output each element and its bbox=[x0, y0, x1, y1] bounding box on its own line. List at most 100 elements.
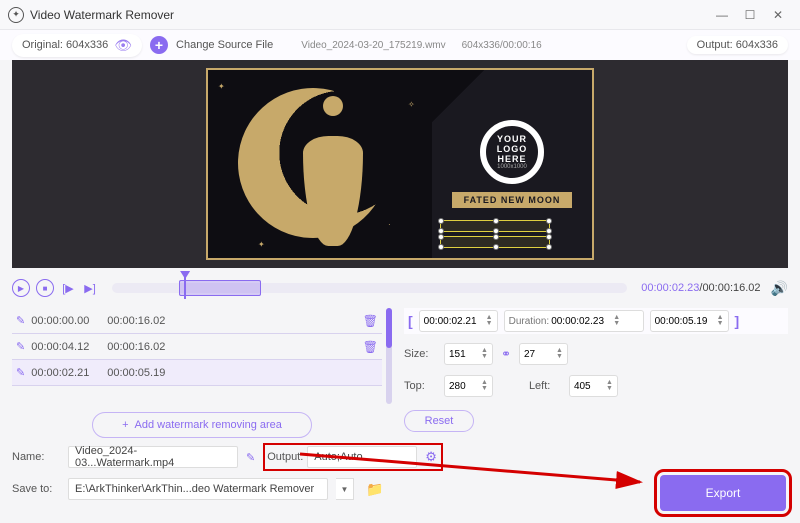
set-end-bracket-button[interactable]: ] bbox=[735, 313, 740, 329]
add-area-label: Add watermark removing area bbox=[135, 419, 282, 431]
area-end-time[interactable]: 00:00:16.02 bbox=[107, 341, 177, 353]
original-size-label: Original: 604x336 bbox=[22, 39, 108, 51]
volume-icon[interactable]: 🔊 bbox=[771, 280, 788, 297]
height-field[interactable] bbox=[524, 349, 554, 360]
edit-name-icon[interactable]: ✎ bbox=[246, 451, 255, 464]
link-aspect-icon[interactable]: ⚭ bbox=[501, 347, 511, 361]
area-start-time[interactable]: 00:00:04.12 bbox=[31, 341, 101, 353]
output-settings-group: Output: Auto;Auto ⚙ bbox=[263, 443, 443, 471]
left-field[interactable] bbox=[574, 381, 604, 392]
time-total: 00:00:16.02 bbox=[702, 282, 760, 294]
output-format-field[interactable]: Auto;Auto bbox=[307, 446, 417, 468]
range-start-field[interactable] bbox=[424, 316, 484, 327]
spinner-icon[interactable]: ▲▼ bbox=[486, 315, 493, 327]
output-settings-gear-icon[interactable]: ⚙ bbox=[425, 449, 437, 465]
watermark-area-row[interactable]: ✎ 00:00:02.21 00:00:05.19 🗑 bbox=[12, 360, 382, 386]
range-start-input[interactable]: ▲▼ bbox=[419, 310, 498, 332]
preview-eye-icon[interactable]: 👁 bbox=[114, 37, 132, 54]
reset-button[interactable]: Reset bbox=[404, 410, 474, 432]
width-input[interactable]: ▲▼ bbox=[444, 343, 493, 365]
time-display: 00:00:02.23/00:00:16.02 bbox=[641, 282, 760, 294]
width-field[interactable] bbox=[449, 349, 479, 360]
area-start-time[interactable]: 00:00:00.00 bbox=[31, 315, 101, 327]
area-end-time[interactable]: 00:00:05.19 bbox=[107, 367, 177, 379]
watermark-area-row[interactable]: ✎ 00:00:00.00 00:00:16.02 🗑 bbox=[12, 308, 382, 334]
eyedropper-icon[interactable]: ✎ bbox=[16, 314, 25, 327]
eyedropper-icon[interactable]: ✎ bbox=[16, 366, 25, 379]
change-source-plus-icon[interactable]: + bbox=[150, 36, 168, 54]
delete-area-icon[interactable]: 🗑 bbox=[363, 340, 378, 354]
star-icon: · bbox=[388, 220, 391, 229]
minimize-button[interactable]: — bbox=[708, 5, 736, 25]
name-label: Name: bbox=[12, 451, 60, 463]
close-button[interactable]: ✕ bbox=[764, 5, 792, 25]
range-end-input[interactable]: ▲▼ bbox=[650, 310, 729, 332]
watermark-selection-box[interactable] bbox=[440, 220, 550, 232]
logo-line1: YOUR bbox=[497, 134, 527, 144]
range-duration-field[interactable] bbox=[551, 316, 611, 327]
set-start-bracket-button[interactable]: [ bbox=[408, 313, 413, 329]
eyedropper-icon[interactable]: ✎ bbox=[16, 340, 25, 353]
height-input[interactable]: ▲▼ bbox=[519, 343, 568, 365]
spinner-icon[interactable]: ▲▼ bbox=[717, 315, 724, 327]
time-current: 00:00:02.23 bbox=[641, 282, 699, 294]
area-start-time[interactable]: 00:00:02.21 bbox=[31, 367, 101, 379]
save-path-field[interactable]: E:\ArkThinker\ArkThin...deo Watermark Re… bbox=[68, 478, 328, 500]
add-watermark-area-button[interactable]: + Add watermark removing area bbox=[92, 412, 312, 438]
preview-banner-text: FATED NEW MOON bbox=[452, 192, 573, 208]
play-button[interactable]: ▶ bbox=[12, 279, 30, 297]
preview-figure-graphic bbox=[293, 96, 373, 246]
spinner-icon[interactable]: ▲▼ bbox=[606, 380, 613, 392]
source-file-meta: 604x336/00:00:16 bbox=[462, 40, 542, 51]
output-size-chip: Output: 604x336 bbox=[687, 36, 788, 54]
spinner-icon[interactable]: ▲▼ bbox=[556, 348, 563, 360]
original-size-chip: Original: 604x336 👁 bbox=[12, 34, 142, 57]
timeline-selection[interactable] bbox=[179, 280, 261, 296]
left-input[interactable]: ▲▼ bbox=[569, 375, 618, 397]
range-duration-input[interactable]: Duration: ▲▼ bbox=[504, 310, 644, 332]
export-label: Export bbox=[706, 486, 741, 500]
spinner-icon[interactable]: ▲▼ bbox=[481, 348, 488, 360]
logo-size: 1000x1000 bbox=[497, 164, 527, 170]
top-input[interactable]: ▲▼ bbox=[444, 375, 493, 397]
video-preview-area[interactable]: ✦ ✧ ✦ · YOUR LOGO HERE 1000x1000 FATED N… bbox=[12, 60, 788, 268]
star-icon: ✦ bbox=[258, 240, 265, 249]
stop-button[interactable]: ■ bbox=[36, 279, 54, 297]
save-to-label: Save to: bbox=[12, 483, 60, 495]
plus-icon: + bbox=[122, 419, 128, 431]
star-icon: ✦ bbox=[218, 82, 225, 91]
change-source-label[interactable]: Change Source File bbox=[176, 39, 273, 51]
logo-line3: HERE bbox=[497, 154, 526, 164]
duration-label: Duration: bbox=[509, 316, 550, 327]
timeline-track[interactable] bbox=[112, 283, 627, 293]
spinner-icon[interactable]: ▲▼ bbox=[481, 380, 488, 392]
top-field[interactable] bbox=[449, 381, 479, 392]
save-path-dropdown-icon[interactable]: ▼ bbox=[336, 478, 354, 500]
area-list-scrollbar[interactable] bbox=[386, 308, 392, 404]
left-label: Left: bbox=[529, 380, 561, 392]
range-end-field[interactable] bbox=[655, 316, 715, 327]
area-end-time[interactable]: 00:00:16.02 bbox=[107, 315, 177, 327]
output-name-field[interactable]: Video_2024-03...Watermark.mp4 bbox=[68, 446, 238, 468]
export-button[interactable]: Export bbox=[660, 475, 786, 511]
logo-line2: LOGO bbox=[497, 144, 528, 154]
watermark-selection-box[interactable] bbox=[440, 236, 550, 248]
delete-area-icon[interactable]: 🗑 bbox=[363, 314, 378, 328]
spinner-icon[interactable]: ▲▼ bbox=[613, 315, 620, 327]
scrollbar-thumb[interactable] bbox=[386, 308, 392, 348]
open-folder-icon[interactable]: 📁 bbox=[366, 481, 383, 498]
output-size-label: Output: 604x336 bbox=[697, 39, 778, 51]
video-canvas[interactable]: ✦ ✧ ✦ · YOUR LOGO HERE 1000x1000 FATED N… bbox=[206, 68, 594, 260]
top-label: Top: bbox=[404, 380, 436, 392]
prev-frame-button[interactable]: [▶ bbox=[60, 280, 76, 296]
watermark-area-row[interactable]: ✎ 00:00:04.12 00:00:16.02 🗑 bbox=[12, 334, 382, 360]
star-icon: ✧ bbox=[408, 100, 415, 109]
maximize-button[interactable]: ☐ bbox=[736, 5, 764, 25]
app-title: Video Watermark Remover bbox=[30, 8, 708, 22]
playhead[interactable] bbox=[184, 277, 186, 299]
output-label: Output: bbox=[267, 451, 303, 463]
watermark-logo-placeholder: YOUR LOGO HERE 1000x1000 bbox=[480, 120, 544, 184]
size-label: Size: bbox=[404, 348, 436, 360]
app-logo-icon: ✦ bbox=[8, 7, 24, 23]
next-frame-button[interactable]: ▶] bbox=[82, 280, 98, 296]
